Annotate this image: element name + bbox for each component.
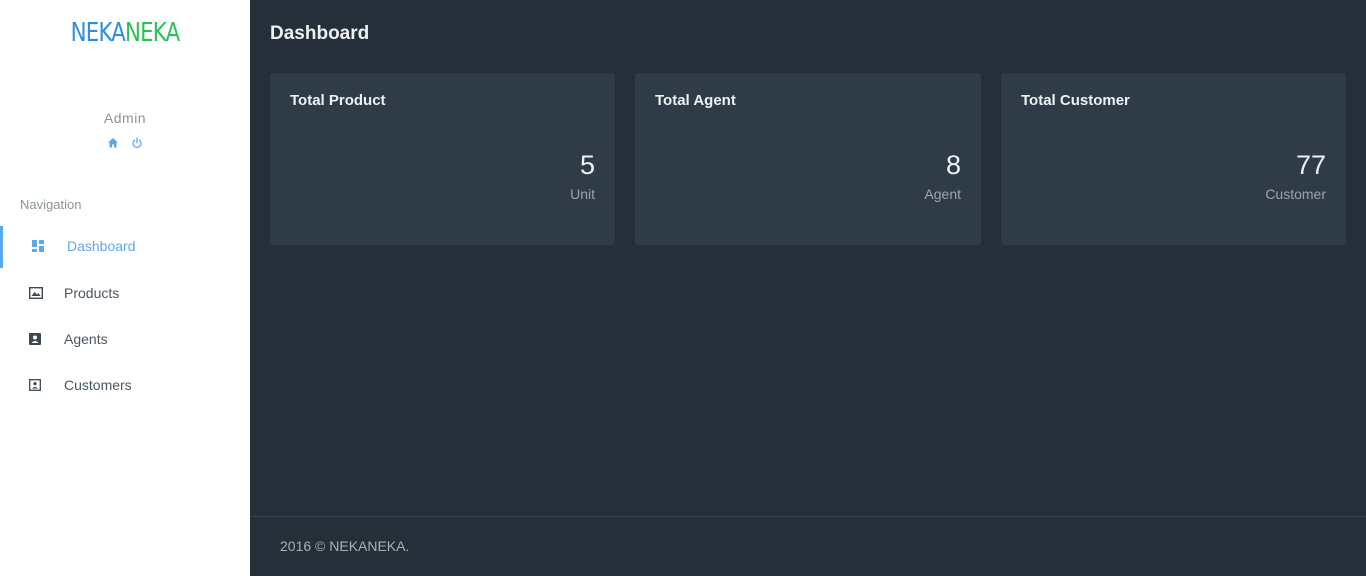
stat-card-agents: Total Agent 8 Agent: [635, 73, 981, 245]
main-content: Dashboard Total Product 5 Unit Total Age…: [250, 0, 1366, 516]
sidebar-item-products[interactable]: Products: [0, 273, 250, 315]
sidebar-item-customers[interactable]: Customers: [0, 365, 250, 407]
stat-card-value: 8: [945, 150, 961, 180]
stat-card-title: Total Customer: [1021, 92, 1130, 109]
footer: 2016 © NEKANEKA.: [250, 516, 1366, 576]
stat-card-value: 5: [579, 150, 595, 180]
sidebar-item-label: Products: [64, 285, 120, 301]
customers-icon: [29, 379, 43, 393]
brand-logo-part1: NEKA: [70, 18, 126, 48]
power-icon[interactable]: [131, 137, 143, 149]
stat-card-unit: Agent: [924, 186, 961, 202]
sidebar: NEKANEKA Admin Navigation Dashboard Prod…: [0, 0, 250, 576]
brand-logo[interactable]: NEKANEKA: [23, 18, 228, 48]
user-name: Admin: [103, 110, 147, 126]
footer-copyright: 2016 © NEKANEKA.: [280, 538, 410, 554]
stat-card-unit: Customer: [1265, 186, 1326, 202]
sidebar-item-label: Dashboard: [67, 238, 136, 254]
stat-card-products: Total Product 5 Unit: [270, 73, 615, 245]
stat-card-unit: Unit: [570, 186, 595, 202]
stat-card-title: Total Product: [290, 92, 386, 109]
dashboard-icon: [32, 240, 46, 254]
sidebar-item-label: Customers: [64, 377, 132, 393]
user-actions: [0, 137, 250, 149]
stat-card-customers: Total Customer 77 Customer: [1001, 73, 1346, 245]
home-icon[interactable]: [107, 137, 119, 149]
sidebar-item-label: Agents: [64, 331, 108, 347]
products-icon: [29, 287, 43, 301]
sidebar-item-dashboard[interactable]: Dashboard: [0, 226, 250, 268]
page-title: Dashboard: [270, 23, 370, 44]
agents-icon: [29, 333, 43, 347]
brand-logo-part2: NEKA: [125, 18, 180, 48]
stat-card-value: 77: [1295, 150, 1326, 180]
sidebar-item-agents[interactable]: Agents: [0, 319, 250, 361]
stat-card-title: Total Agent: [655, 92, 736, 109]
nav-title: Navigation: [20, 197, 82, 212]
